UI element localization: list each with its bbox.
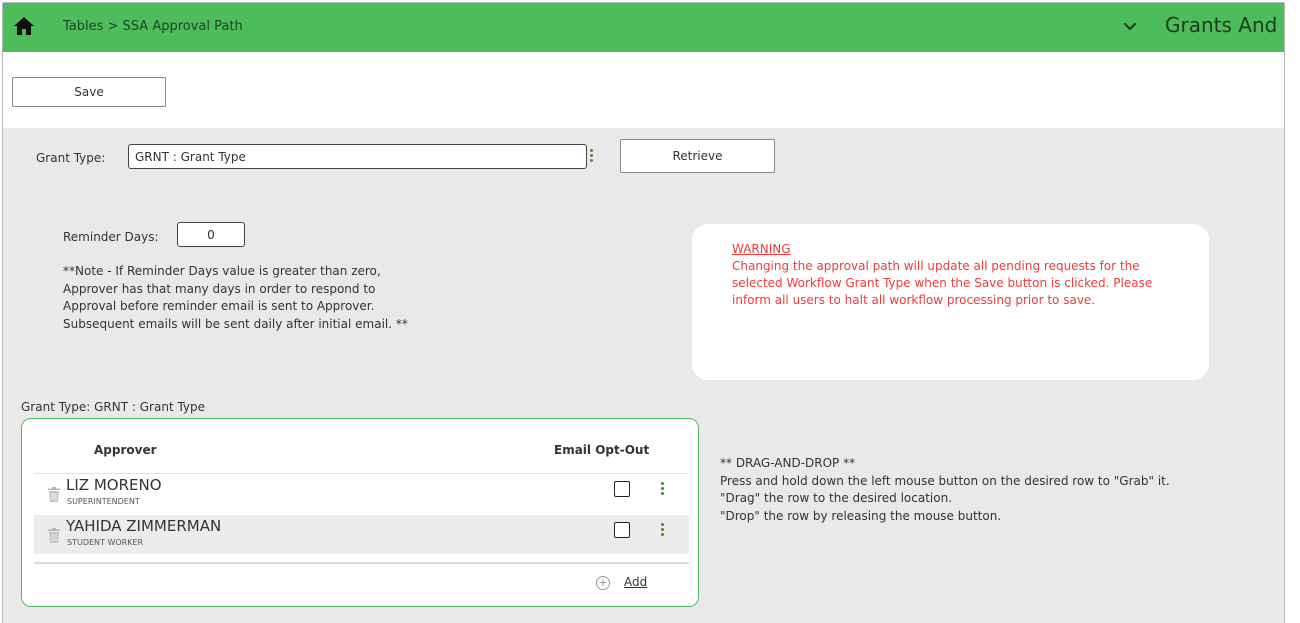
top-bar: Tables > SSA Approval Path Grants And <box>3 3 1284 52</box>
approver-title: SUPERINTENDENT <box>67 497 140 506</box>
note-line: Approval before reminder email is sent t… <box>63 299 375 313</box>
note-line: **Note - If Reminder Days value is great… <box>63 264 381 278</box>
note-line: Approver has that many days in order to … <box>63 281 376 296</box>
help-line: ** DRAG-AND-DROP ** <box>720 456 856 470</box>
reminder-note: **Note - If Reminder Days value is great… <box>63 263 483 333</box>
add-approver-link[interactable]: Add <box>624 575 647 589</box>
home-icon[interactable] <box>13 16 35 36</box>
warning-card: WARNING Changing the approval path will … <box>692 224 1209 380</box>
trash-icon[interactable] <box>48 528 60 543</box>
drag-and-drop-help: ** DRAG-AND-DROP ** Press and hold down … <box>720 455 1170 525</box>
email-opt-out-checkbox[interactable] <box>614 522 630 538</box>
row-menu-icon[interactable] <box>661 482 665 495</box>
approver-row[interactable]: LIZ MORENO SUPERINTENDENT <box>34 473 689 512</box>
reminder-days-label: Reminder Days: <box>63 230 159 244</box>
row-menu-icon[interactable] <box>661 523 665 536</box>
warning-title: WARNING <box>732 242 791 256</box>
email-opt-out-column-header: Email Opt-Out <box>554 443 650 457</box>
help-line: "Drag" the row to the desired location. <box>720 491 953 505</box>
warning-body: Changing the approval path will update a… <box>732 259 1153 307</box>
save-button[interactable]: Save <box>12 77 166 107</box>
grant-type-input[interactable]: GRNT : Grant Type <box>128 144 587 169</box>
approver-column-header: Approver <box>94 443 157 457</box>
retrieve-button[interactable]: Retrieve <box>620 139 775 173</box>
add-circle-icon[interactable]: + <box>596 576 610 590</box>
breadcrumb[interactable]: Tables > SSA Approval Path <box>63 19 243 34</box>
approver-name: YAHIDA ZIMMERMAN <box>66 517 222 535</box>
grant-type-label: Grant Type: <box>36 151 106 165</box>
help-line: "Drop" the row by releasing the mouse bu… <box>720 508 1002 523</box>
app-title: Grants And <box>1165 13 1278 37</box>
approver-title: STUDENT WORKER <box>67 538 144 547</box>
email-opt-out-checkbox[interactable] <box>614 481 630 497</box>
toolbar: Save <box>3 52 1284 128</box>
help-line: Press and hold down the left mouse butto… <box>720 473 1170 488</box>
note-line: Subsequent emails will be sent daily aft… <box>63 316 408 331</box>
app-window: Tables > SSA Approval Path Grants And Sa… <box>2 2 1285 623</box>
approver-row[interactable]: YAHIDA ZIMMERMAN STUDENT WORKER <box>34 515 689 554</box>
approver-grid: Approver Email Opt-Out LIZ MORENO SUPERI… <box>21 418 699 607</box>
reminder-days-input[interactable]: 0 <box>177 222 245 247</box>
grid-divider <box>34 562 689 564</box>
approver-name: LIZ MORENO <box>66 476 162 494</box>
chevron-down-icon[interactable] <box>1121 17 1139 35</box>
trash-icon[interactable] <box>48 487 60 502</box>
grid-caption: Grant Type: GRNT : Grant Type <box>21 400 206 414</box>
grant-type-lookup-menu-icon[interactable] <box>590 149 594 162</box>
